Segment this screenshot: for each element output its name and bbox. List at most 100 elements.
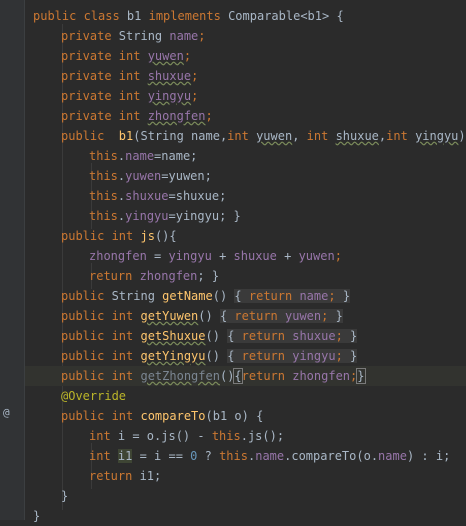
type: int [118,89,148,103]
field-ref: yuwen [125,169,162,183]
code-line[interactable]: this.name=name; [25,146,466,166]
code-line[interactable]: return zhongfen; } [25,266,466,286]
field-name: yuwen [147,49,184,63]
fold-open[interactable]: { [227,329,242,343]
brace: } [61,489,69,503]
type: int [111,309,141,323]
type: int [111,349,141,363]
keyword: public [61,349,112,363]
type: int [118,49,148,63]
keyword: public [61,129,119,143]
fold-open[interactable]: { [227,349,242,363]
expr: i = o.js() - [117,429,212,443]
code-line[interactable]: int i1 = i == 0 ? this.name.compareTo(o.… [25,446,466,466]
keyword: this [89,149,118,163]
keyword: return [89,469,140,483]
semicolon: ; [198,29,206,43]
fold-open[interactable]: { [219,309,235,323]
keyword: this [89,189,118,203]
param: shuxue [335,129,379,143]
type: int [111,229,141,243]
assign-value: =shuxue; [168,189,227,203]
op: = [146,249,169,263]
expr: = i == [132,449,191,463]
keyword: return [241,349,293,363]
parens: () [198,309,220,323]
code-line[interactable]: private int shuxue; [25,66,466,86]
field-ref: yingyu [168,249,212,263]
fold-close[interactable]: } [350,329,358,343]
fold-close[interactable]: } [335,309,343,323]
op: + [211,249,234,263]
code-line[interactable]: private int zhongfen; [25,106,466,126]
assign-value: =yingyu; } [168,209,241,223]
type: String [118,29,170,43]
code-line[interactable]: public class b1 implements Comparable<b1… [25,6,466,26]
method-name: getYingyu [140,349,206,363]
code-line[interactable]: int i = o.js() - this.js(); [25,426,466,446]
field-name: yingyu [147,89,192,103]
code-line[interactable]: return i1; [25,466,466,486]
keyword: implements [141,9,229,23]
interface-name: Comparable<b1> [228,9,330,23]
code-line[interactable]: public int getShuxue() { return shuxue; … [25,326,466,346]
fold-close[interactable]: } [350,349,358,363]
keyword: public [61,369,112,383]
fold-open[interactable]: { [234,289,249,303]
field-ref: yuwen [285,309,322,323]
punct: , [292,129,307,143]
code-line[interactable]: this.shuxue=shuxue; [25,186,466,206]
method-name: getYuwen [140,309,199,323]
brace: } [33,509,41,523]
code-line[interactable]: zhongfen = yingyu + shuxue + yuwen; [25,246,466,266]
param: yingyu [415,129,459,143]
code-editor[interactable]: public class b1 implements Comparable<b1… [25,0,466,523]
current-code-line[interactable]: public int getZhongfen(){return zhongfen… [25,366,466,386]
constructor-name: b1 [118,129,134,143]
code-line[interactable]: private int yingyu; [25,86,466,106]
method-name: getShuxue [140,329,206,343]
code-line[interactable]: public int js(){ [25,226,466,246]
code-line[interactable]: public String getName() { return name; } [25,286,466,306]
keyword: public [61,289,112,303]
type: int [111,369,141,383]
code-line[interactable]: } [25,506,466,526]
keyword: return [89,269,140,283]
type: int [89,449,118,463]
keyword: return [241,329,293,343]
code-line[interactable]: } [25,486,466,506]
brace: ){ [458,129,466,143]
op: + [276,249,299,263]
code-line[interactable]: public int compareTo(b1 o) { [25,406,466,426]
matched-brace: { [233,368,243,384]
field-ref: zhongfen [89,249,147,263]
override-marker-icon[interactable]: @ [3,403,19,423]
type: int [306,129,336,143]
code-line[interactable]: this.yuwen=yuwen; [25,166,466,186]
param: yuwen [256,129,293,143]
code-line[interactable]: private int yuwen; [25,46,466,66]
fold-close[interactable]: } [342,289,351,303]
code-line[interactable]: this.yingyu=yingyu; } [25,206,466,226]
expr: .compareTo(o. [284,449,379,463]
field-ref: name [125,149,155,163]
semicolon: ; [183,49,192,63]
annotation: @Override [61,389,127,403]
expr: ) : i; [406,449,451,463]
field-ref: yingyu [125,209,169,223]
type: int [386,129,416,143]
keyword: this [211,429,241,443]
brace: ; } [197,269,220,283]
params: (b1 o) { [205,409,264,423]
keyword: private [61,29,119,43]
code-line[interactable]: public b1(String name,int yuwen, int shu… [25,126,466,146]
code-line[interactable]: @Override [25,386,466,406]
code-line[interactable]: private String name; [25,26,466,46]
keyword: return [248,289,300,303]
keyword: public class [33,9,127,23]
line-gutter[interactable]: @ [0,0,25,520]
expr: i1; [139,469,162,483]
assign-value: =name; [154,149,198,163]
code-line[interactable]: public int getYuwen() { return yuwen; } [25,306,466,326]
code-line[interactable]: public int getYingyu() { return yingyu; … [25,346,466,366]
